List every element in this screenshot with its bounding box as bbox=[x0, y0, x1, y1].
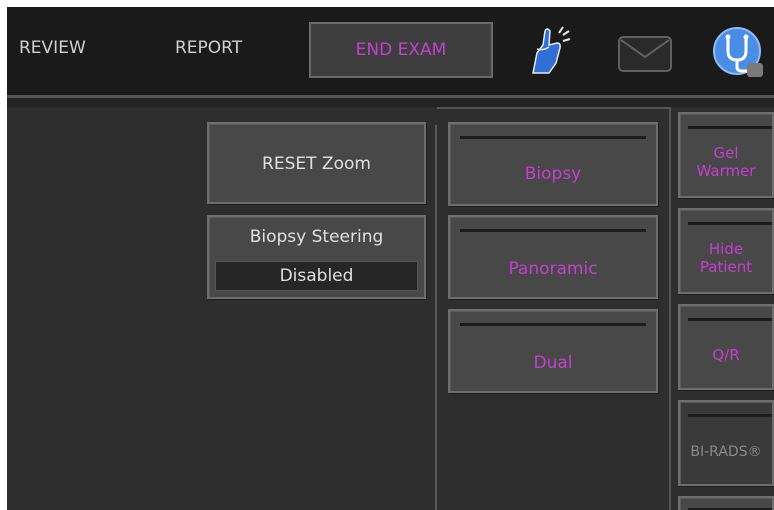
bi-rads-button[interactable]: BI-RADS® bbox=[678, 400, 774, 486]
panoramic-mode-button[interactable]: Panoramic bbox=[448, 215, 658, 299]
side-indicator-bar bbox=[688, 222, 772, 225]
stethoscope-icon[interactable] bbox=[711, 25, 767, 79]
side-indicator-bar bbox=[688, 126, 772, 129]
gel-warmer-line2: Warmer bbox=[696, 162, 756, 180]
mode-indicator-bar bbox=[460, 136, 646, 139]
hide-patient-line2: Patient bbox=[699, 258, 753, 276]
panel-top-border bbox=[437, 107, 669, 109]
panel-right-border bbox=[669, 107, 671, 510]
panel-divider bbox=[435, 125, 437, 510]
side-indicator-bar bbox=[688, 414, 772, 417]
gel-warmer-button[interactable]: Gel Warmer bbox=[678, 112, 774, 198]
biopsy-steering-label: Biopsy Steering bbox=[249, 227, 384, 247]
review-tab[interactable]: REVIEW bbox=[19, 38, 86, 58]
qr-button[interactable]: Q/R bbox=[678, 304, 774, 390]
panoramic-mode-label: Panoramic bbox=[508, 259, 598, 279]
biopsy-mode-button[interactable]: Biopsy bbox=[448, 122, 658, 206]
end-exam-label: END EXAM bbox=[355, 40, 447, 60]
side-indicator-bar bbox=[688, 318, 772, 321]
hide-patient-button[interactable]: Hide Patient bbox=[678, 208, 774, 294]
mode-indicator-bar bbox=[460, 229, 646, 232]
biopsy-mode-label: Biopsy bbox=[524, 164, 582, 184]
reset-zoom-label: RESET Zoom bbox=[262, 154, 371, 174]
mode-indicator-bar bbox=[460, 323, 646, 326]
biopsy-steering-control[interactable]: Biopsy Steering Disabled bbox=[207, 215, 426, 299]
ultrasound-screen: REVIEW REPORT END EXAM RESET Zoom Biopsy… bbox=[7, 7, 774, 510]
end-exam-button[interactable]: END EXAM bbox=[309, 22, 493, 78]
gel-warmer-line1: Gel bbox=[713, 144, 739, 162]
reset-zoom-button[interactable]: RESET Zoom bbox=[207, 122, 426, 204]
hide-patient-line1: Hide bbox=[708, 240, 744, 258]
top-bar-shadow bbox=[7, 98, 774, 107]
biopsy-steering-value: Disabled bbox=[215, 261, 418, 291]
touch-gesture-icon[interactable] bbox=[523, 23, 573, 75]
top-bar: REVIEW REPORT END EXAM bbox=[7, 7, 774, 95]
report-tab[interactable]: REPORT bbox=[175, 38, 242, 58]
dual-mode-label: Dual bbox=[533, 353, 573, 373]
qr-label: Q/R bbox=[712, 346, 740, 364]
bi-rads-label: BI-RADS® bbox=[690, 444, 762, 460]
next-side-button[interactable] bbox=[678, 496, 774, 510]
dual-mode-button[interactable]: Dual bbox=[448, 309, 658, 393]
mail-icon[interactable] bbox=[617, 35, 673, 73]
